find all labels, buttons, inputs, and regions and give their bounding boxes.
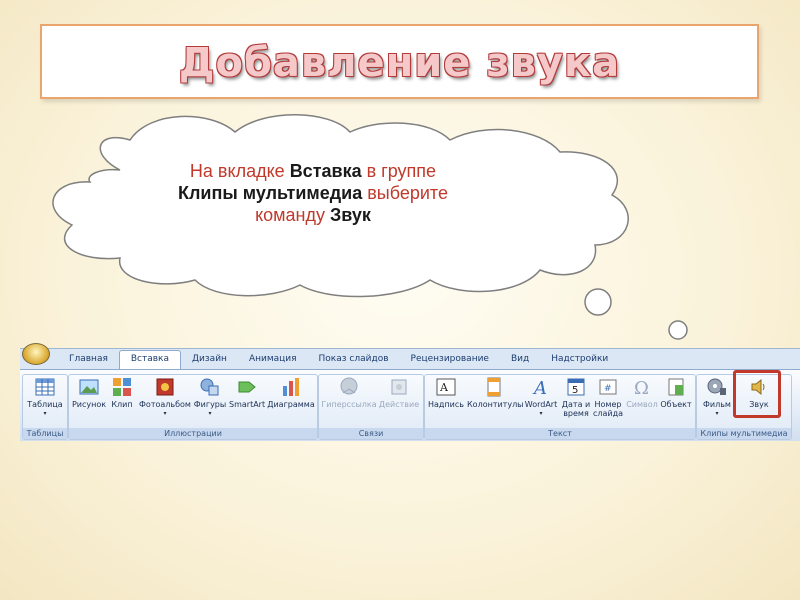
shapes-button[interactable]: Фигуры ▾ — [193, 377, 227, 418]
header-footer-icon — [484, 377, 504, 397]
tab-home[interactable]: Главная — [58, 351, 119, 369]
ribbon-panel: Таблица ▾ Таблицы Рисунок Клип Фотоальбом… — [20, 369, 800, 441]
table-button[interactable]: Таблица ▾ — [25, 377, 65, 418]
textbox-icon: A — [436, 377, 456, 397]
office-button[interactable] — [22, 343, 50, 365]
action-button[interactable]: Действие — [377, 377, 421, 409]
ribbon-tabs: Главная Вставка Дизайн Анимация Показ сл… — [58, 350, 619, 369]
picture-icon — [79, 377, 99, 397]
wordart-icon: A — [531, 377, 551, 399]
svg-text:A: A — [532, 378, 547, 397]
svg-text:#: # — [604, 384, 612, 394]
movie-button[interactable]: Фильм ▾ — [699, 377, 735, 418]
command-name-bold: Звук — [330, 205, 371, 225]
picture-button[interactable]: Рисунок — [71, 377, 107, 409]
chart-icon — [281, 377, 301, 397]
thought-cloud — [52, 114, 754, 359]
tab-animation[interactable]: Анимация — [238, 351, 308, 369]
date-time-button[interactable]: 5 Дата и время — [561, 377, 591, 418]
tab-insert[interactable]: Вставка — [118, 350, 182, 369]
tab-slideshow[interactable]: Показ слайдов — [308, 351, 400, 369]
photo-album-button[interactable]: Фотоальбом ▾ — [139, 377, 191, 418]
sound-highlight-frame — [733, 370, 781, 418]
hyperlink-button[interactable]: Гиперссылка — [321, 377, 377, 409]
smartart-button[interactable]: SmartArt — [229, 377, 265, 409]
object-button[interactable]: Объект — [659, 377, 693, 409]
action-icon — [389, 377, 409, 397]
tab-view[interactable]: Вид — [500, 351, 540, 369]
object-icon — [666, 377, 686, 397]
table-icon — [35, 377, 55, 397]
svg-text:Ω: Ω — [634, 378, 649, 397]
shapes-icon — [200, 377, 220, 397]
chart-button[interactable]: Диаграмма — [267, 377, 315, 409]
tab-addins[interactable]: Надстройки — [540, 351, 619, 369]
tab-name-bold: Вставка — [289, 161, 362, 181]
group-tables: Таблица ▾ Таблицы — [22, 374, 68, 440]
omega-icon: Ω — [632, 377, 652, 399]
clip-button[interactable]: Клип — [109, 377, 135, 409]
slide-number-button[interactable]: # Номер слайда — [593, 377, 623, 418]
thought-dot-large — [584, 288, 612, 316]
svg-text:A: A — [439, 381, 449, 394]
textbox-button[interactable]: A Надпись — [427, 377, 465, 409]
group-label-media-clips: Клипы мультимедиа — [697, 428, 791, 439]
group-label-illustrations: Иллюстрации — [69, 428, 317, 439]
group-text: A Надпись Колонтитулы A WordArt ▾ 5 Дата … — [424, 374, 696, 440]
clipart-icon — [112, 377, 132, 397]
wordart-button[interactable]: A WordArt ▾ — [523, 377, 559, 418]
symbol-button[interactable]: Ω Символ — [625, 377, 659, 409]
slide-number-icon: # — [598, 377, 618, 397]
group-label-text: Текст — [425, 428, 695, 439]
header-footer-button[interactable]: Колонтитулы — [467, 377, 524, 409]
group-name-bold: Клипы мультимедиа — [178, 183, 363, 203]
ribbon: Главная Вставка Дизайн Анимация Показ сл… — [20, 343, 800, 441]
group-label-tables: Таблицы — [23, 428, 67, 439]
film-reel-icon — [707, 377, 727, 397]
group-label-links: Связи — [319, 428, 423, 439]
instruction-text: На вкладке Вставка в группе Клипы мульти… — [178, 161, 448, 225]
smartart-icon — [237, 377, 257, 397]
svg-text:5: 5 — [572, 385, 578, 396]
tab-design[interactable]: Дизайн — [181, 351, 238, 369]
calendar-icon: 5 — [566, 377, 586, 397]
thought-dot-medium — [668, 320, 688, 340]
group-links: Гиперссылка Действие Связи — [318, 374, 424, 440]
photo-album-icon — [155, 377, 175, 397]
group-illustrations: Рисунок Клип Фотоальбом ▾ Фигуры ▾ SmartAr… — [68, 374, 318, 440]
tab-review[interactable]: Рецензирование — [400, 351, 500, 369]
globe-icon — [339, 377, 359, 397]
